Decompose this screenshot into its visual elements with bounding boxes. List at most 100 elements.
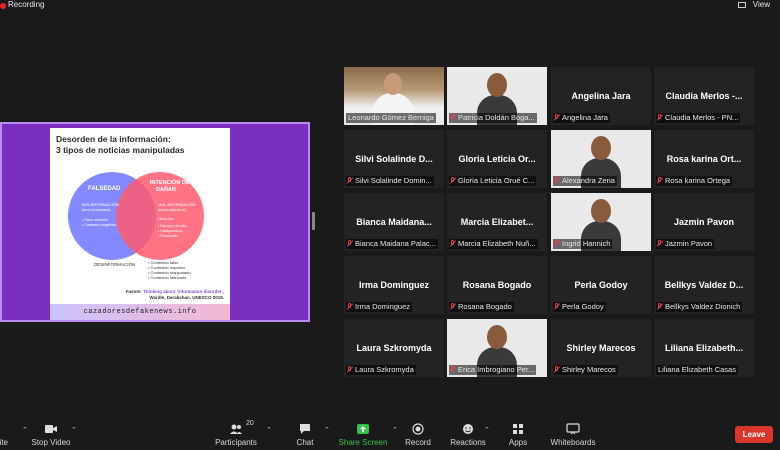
participant-name: Shirley Marecos [562,365,616,374]
apps-label: Apps [508,438,528,447]
muted-microphone-icon [554,240,560,247]
muted-microphone-icon [657,177,663,184]
view-icon[interactable] [738,2,746,8]
video-camera-icon [44,422,58,434]
muted-microphone-icon [554,366,560,373]
muted-microphone-icon [347,177,353,184]
stop-video-label: Stop Video [31,438,71,447]
disinfo-item: • Contenido fabricado [148,275,187,280]
malinfo-item-1: • Discurso de odio [158,224,186,228]
participant-name-label: Marcia Elizabeth Nuñ... [449,239,538,249]
participant-tile[interactable]: Leonardo Gómez Berniga [344,67,444,125]
participant-name-label: Claudia Merlos - PN... [656,113,741,123]
participant-tile[interactable]: Bianca Maidana... Bianca Maidana Palac... [344,193,444,251]
participant-tile[interactable]: Liliana Elizabeth... Liliana Elizabeth Ca… [654,319,754,377]
participant-name: Perla Godoy [562,302,604,311]
slide-url: cazadoresdefakenews.info [50,304,230,320]
participant-name: Angelina Jara [562,113,608,122]
share-screen-button[interactable]: Share Screen [333,418,393,447]
participant-name: Irma Dominguez [355,302,411,311]
apps-button[interactable]: Apps [488,418,548,447]
participant-display-name: Rosana Bogado [462,280,532,290]
participants-count: 20 [246,420,254,427]
participant-tile[interactable]: Silvi Solalinde D... Silvi Solalinde Domi… [344,130,444,188]
participant-tile[interactable]: Jazmin Pavon Jazmin Pavon [654,193,754,251]
malinfo-item-2: • Hostigamiento [158,229,183,233]
participant-name-label: Jazmin Pavon [656,239,715,249]
participant-tile[interactable]: Alexandra Zena [551,130,651,188]
venn-diagram: FALSEDAD INTENCIÓN DE DAÑAR MIS-INFORMAC… [68,172,204,267]
view-button[interactable]: View [753,0,770,9]
malinfo-item-3: • Filtraciones [158,234,178,238]
muted-microphone-icon [450,366,456,373]
participants-label: Participants [215,438,257,447]
participant-name-label: Laura Szkromyda [346,365,416,375]
intencion-title-2: DAÑAR [156,186,176,193]
participant-name-label: Bianca Maidana Palac... [346,239,438,249]
participant-tile[interactable]: Laura Szkromyda Laura Szkromyda [344,319,444,377]
participant-tile[interactable]: Gloria Leticia Or... Gloria Leticia Orué … [447,130,547,188]
participant-name-label: Irma Dominguez [346,302,413,312]
participant-name-label: Erica Imbrogiano Per... [449,365,537,375]
participant-tile[interactable]: Bellkys Valdez D... Bellkys Valdez Dionic… [654,256,754,314]
misinfo-sub: (error involuntario) [82,208,111,212]
participant-tile[interactable]: Perla Godoy Perla Godoy [551,256,651,314]
participant-name: Bianca Maidana Palac... [355,239,436,248]
participant-name: Liliana Elizabeth Casas [658,365,736,374]
muted-microphone-icon [450,177,456,184]
whiteboards-label: Whiteboards [550,438,596,447]
participant-name-label: Alexandra Zena [553,176,617,186]
participant-tile[interactable]: Ingrid Hannich [551,193,651,251]
shared-slide: Desorden de la información: 3 tipos de n… [50,128,230,320]
participant-name-label: Leonardo Gómez Berniga [346,113,436,123]
participant-display-name: Gloria Leticia Or... [458,154,536,164]
misinfo-item-1: • Falsa conexión [82,218,108,222]
muted-microphone-icon [657,303,663,310]
participant-name: Patricia Doldán Boga... [458,113,535,122]
participant-name-label: Angelina Jara [553,113,610,123]
participant-name: Ingrid Hannich [562,239,611,248]
participant-tile[interactable]: Angelina Jara Angelina Jara [551,67,651,125]
participant-name-label: Gloria Leticia Orué C... [449,176,537,186]
share-screen-label: Share Screen [338,438,388,447]
participant-display-name: Bianca Maidana... [356,217,432,227]
participant-name: Jazmin Pavon [665,239,713,248]
misinfo-item-2: • Contenido engañoso [82,223,117,227]
slide-source: Fuente: Thinking about 'information diso… [56,289,224,301]
participant-display-name: Shirley Marecos [566,343,636,353]
participant-display-name: Silvi Solalinde D... [355,154,433,164]
participants-button[interactable]: 20 Participants [206,418,266,447]
participant-tile[interactable]: Irma Dominguez Irma Dominguez [344,256,444,314]
muted-microphone-icon [347,303,353,310]
video-options-chevron-icon[interactable]: ⌃ [71,426,77,434]
chat-chevron-icon[interactable]: ⌃ [324,426,330,434]
muted-microphone-icon [450,303,456,310]
participants-icon [229,422,243,434]
chat-icon [298,422,312,434]
participant-name-label: Rosana Bogado [449,302,514,312]
participant-tile[interactable]: Rosa karina Ort... Rosa karina Ortega [654,130,754,188]
source-rest: Wardle, Derakshan. UNESCO 2018. [149,295,224,300]
falsedad-title: FALSEDAD [88,186,121,192]
muted-microphone-icon [347,366,353,373]
participant-tile[interactable]: Erica Imbrogiano Per... [447,319,547,377]
leave-button[interactable]: Leave [735,426,773,443]
participant-name: Rosa karina Ortega [665,176,731,185]
participant-tile[interactable]: Marcia Elizabet... Marcia Elizabeth Nuñ..… [447,193,547,251]
disinfo-label: DESINFORMACIÓN [94,261,135,267]
muted-microphone-icon [657,114,663,121]
participant-name-label: Shirley Marecos [553,365,618,375]
participant-name-label: Ingrid Hannich [553,239,613,249]
participant-display-name: Jazmin Pavon [673,217,735,227]
participant-tile[interactable]: Shirley Marecos Shirley Marecos [551,319,651,377]
split-view-handle[interactable] [312,212,315,230]
whiteboards-button[interactable]: Whiteboards [543,418,603,447]
participant-name-label: Silvi Solalinde Domin... [346,176,434,186]
participant-tile[interactable]: Patricia Doldán Boga... [447,67,547,125]
participants-chevron-icon[interactable]: ⌃ [266,426,272,434]
disinfo-items: • Contenido falso • Contenido impostor •… [148,260,191,280]
participant-tile[interactable]: Claudia Merlos -... Claudia Merlos - PN..… [654,67,754,125]
share-screen-icon [356,422,370,434]
mute-button[interactable]: ite [0,418,22,447]
participant-tile[interactable]: Rosana Bogado Rosana Bogado [447,256,547,314]
